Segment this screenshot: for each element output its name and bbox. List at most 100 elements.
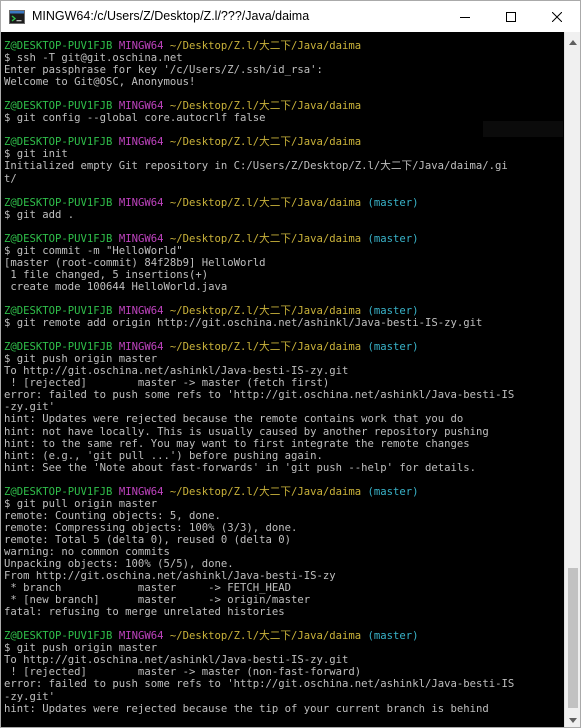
output-line: remote: Total 5 (delta 0), reused 0 (del… bbox=[4, 533, 292, 546]
command-line: $ git add . bbox=[4, 208, 75, 221]
output-line: hint: See the 'Note about fast-forwards'… bbox=[4, 461, 476, 474]
prompt-path: ~/Desktop/Z.l/大二下/Java/daima bbox=[169, 485, 362, 498]
prompt-shell: MINGW64 bbox=[118, 40, 164, 52]
scroll-down-arrow-icon bbox=[569, 710, 577, 728]
close-icon bbox=[552, 11, 562, 22]
prompt-path: ~/Desktop/Z.l/大二下/Java/daima bbox=[169, 630, 362, 643]
terminal-output[interactable]: Z@DESKTOP-PUV1FJB MINGW64 ~/Desktop/Z.l/… bbox=[1, 32, 564, 727]
scroll-up-arrow-icon bbox=[569, 32, 577, 50]
command-line: $ git config --global core.autocrlf fals… bbox=[4, 112, 266, 125]
maximize-button[interactable] bbox=[488, 1, 534, 32]
terminal-lines: Z@DESKTOP-PUV1FJB MINGW64 ~/Desktop/Z.l/… bbox=[1, 32, 564, 715]
output-line: [master (root-commit) 84f28b9] HelloWorl… bbox=[4, 256, 266, 269]
overlay-smudge bbox=[483, 121, 563, 137]
prompt-line: Z@DESKTOP-PUV1FJB MINGW64 ~/Desktop/Z.l/… bbox=[4, 486, 564, 498]
command-line: $ git push origin master bbox=[4, 353, 158, 366]
scrollbar-thumb[interactable] bbox=[568, 568, 578, 708]
output-line: create mode 100644 HelloWorld.java bbox=[4, 280, 228, 293]
prompt-user-host: Z@DESKTOP-PUV1FJB bbox=[4, 305, 113, 318]
output-line: * branch master -> FETCH_HEAD bbox=[4, 582, 292, 595]
prompt-line: Z@DESKTOP-PUV1FJB MINGW64 ~/Desktop/Z.l/… bbox=[4, 233, 564, 245]
command-line: $ git remote add origin http://git.oschi… bbox=[4, 317, 483, 330]
prompt-user-host: Z@DESKTOP-PUV1FJB bbox=[4, 485, 113, 498]
prompt-user-host: Z@DESKTOP-PUV1FJB bbox=[4, 136, 113, 149]
prompt-shell: MINGW64 bbox=[118, 100, 164, 113]
output-line: 1 file changed, 5 insertions(+) bbox=[4, 268, 209, 281]
prompt-user-host: Z@DESKTOP-PUV1FJB bbox=[4, 40, 113, 52]
prompt-shell: MINGW64 bbox=[118, 630, 164, 643]
prompt-shell: MINGW64 bbox=[118, 232, 164, 245]
prompt-line: Z@DESKTOP-PUV1FJB MINGW64 ~/Desktop/Z.l/… bbox=[4, 100, 564, 112]
prompt-shell: MINGW64 bbox=[118, 136, 164, 149]
prompt-user-host: Z@DESKTOP-PUV1FJB bbox=[4, 341, 113, 354]
prompt-line: Z@DESKTOP-PUV1FJB MINGW64 ~/Desktop/Z.l/… bbox=[4, 630, 564, 642]
output-line: To http://git.oschina.net/ashinkl/Java-b… bbox=[4, 654, 349, 667]
output-line: hint: not have locally. This is usually … bbox=[4, 425, 489, 438]
prompt-line: Z@DESKTOP-PUV1FJB MINGW64 ~/Desktop/Z.l/… bbox=[4, 305, 564, 317]
prompt-shell: MINGW64 bbox=[118, 341, 164, 354]
output-line: remote: Compressing objects: 100% (3/3),… bbox=[4, 521, 298, 534]
prompt-line: Z@DESKTOP-PUV1FJB MINGW64 ~/Desktop/Z.l/… bbox=[4, 341, 564, 353]
output-line: -zy.git' bbox=[4, 690, 56, 703]
prompt-line: Z@DESKTOP-PUV1FJB MINGW64 ~/Desktop/Z.l/… bbox=[4, 40, 564, 52]
prompt-branch: (master) bbox=[367, 232, 419, 245]
prompt-path: ~/Desktop/Z.l/大二下/Java/daima bbox=[169, 305, 362, 318]
prompt-line: Z@DESKTOP-PUV1FJB MINGW64 ~/Desktop/Z.l/… bbox=[4, 136, 564, 148]
prompt-path: ~/Desktop/Z.l/大二下/Java/daima bbox=[169, 136, 362, 149]
output-line: -zy.git' bbox=[4, 401, 56, 414]
window-title: MINGW64:/c/Users/Z/Desktop/Z.l/???/Java/… bbox=[32, 9, 310, 23]
output-line: hint: Updates were rejected because the … bbox=[4, 702, 489, 715]
output-line: Enter passphrase for key '/c/Users/Z/.ss… bbox=[4, 64, 323, 77]
scroll-down-button[interactable] bbox=[565, 710, 580, 728]
output-line: * [new branch] master -> origin/master bbox=[4, 594, 311, 607]
output-line: hint: Updates were rejected because the … bbox=[4, 413, 464, 426]
prompt-user-host: Z@DESKTOP-PUV1FJB bbox=[4, 196, 113, 209]
prompt-line: Z@DESKTOP-PUV1FJB MINGW64 ~/Desktop/Z.l/… bbox=[4, 197, 564, 209]
prompt-user-host: Z@DESKTOP-PUV1FJB bbox=[4, 630, 113, 643]
prompt-path: ~/Desktop/Z.l/大二下/Java/daima bbox=[169, 232, 362, 245]
prompt-shell: MINGW64 bbox=[118, 485, 164, 498]
output-line: error: failed to push some refs to 'http… bbox=[4, 678, 515, 691]
scroll-up-button[interactable] bbox=[565, 32, 580, 50]
output-line: ! [rejected] master -> master (fetch fir… bbox=[4, 377, 330, 390]
mingw-terminal-icon[interactable] bbox=[9, 9, 25, 25]
output-line: hint: (e.g., 'git pull ...') before push… bbox=[4, 449, 323, 462]
output-line: warning: no common commits bbox=[4, 545, 170, 558]
prompt-branch: (master) bbox=[367, 305, 419, 318]
prompt-shell: MINGW64 bbox=[118, 305, 164, 318]
prompt-branch: (master) bbox=[367, 630, 419, 643]
title-bar[interactable]: MINGW64:/c/Users/Z/Desktop/Z.l/???/Java/… bbox=[1, 1, 580, 33]
prompt-branch: (master) bbox=[367, 196, 419, 209]
prompt-user-host: Z@DESKTOP-PUV1FJB bbox=[4, 232, 113, 245]
minimize-button[interactable] bbox=[442, 1, 488, 32]
output-line: hint: to the same ref. You may want to f… bbox=[4, 437, 470, 450]
terminal-window: MINGW64:/c/Users/Z/Desktop/Z.l/???/Java/… bbox=[0, 0, 581, 728]
command-line: $ git init bbox=[4, 148, 68, 161]
prompt-path: ~/Desktop/Z.l/大二下/Java/daima bbox=[169, 196, 362, 209]
prompt-branch: (master) bbox=[367, 341, 419, 354]
prompt-path: ~/Desktop/Z.l/大二下/Java/daima bbox=[169, 341, 362, 354]
prompt-branch: (master) bbox=[367, 485, 419, 498]
maximize-icon bbox=[506, 11, 516, 22]
minimize-icon bbox=[460, 12, 470, 22]
output-line: error: failed to push some refs to 'http… bbox=[4, 389, 515, 402]
output-line: fatal: refusing to merge unrelated histo… bbox=[4, 606, 285, 619]
close-button[interactable] bbox=[534, 1, 580, 32]
vertical-scrollbar[interactable] bbox=[564, 32, 580, 728]
output-line: Initialized empty Git repository in C:/U… bbox=[4, 160, 508, 173]
output-line: Welcome to Git@OSC, Anonymous! bbox=[4, 76, 196, 89]
prompt-user-host: Z@DESKTOP-PUV1FJB bbox=[4, 100, 113, 113]
command-line: $ git commit -m "HelloWorld" bbox=[4, 244, 183, 257]
command-line: $ git push origin master bbox=[4, 642, 158, 655]
command-line: $ ssh -T git@git.oschina.net bbox=[4, 52, 183, 65]
command-line: $ git pull origin master bbox=[4, 497, 158, 510]
prompt-path: ~/Desktop/Z.l/大二下/Java/daima bbox=[169, 100, 362, 113]
prompt-shell: MINGW64 bbox=[118, 196, 164, 209]
